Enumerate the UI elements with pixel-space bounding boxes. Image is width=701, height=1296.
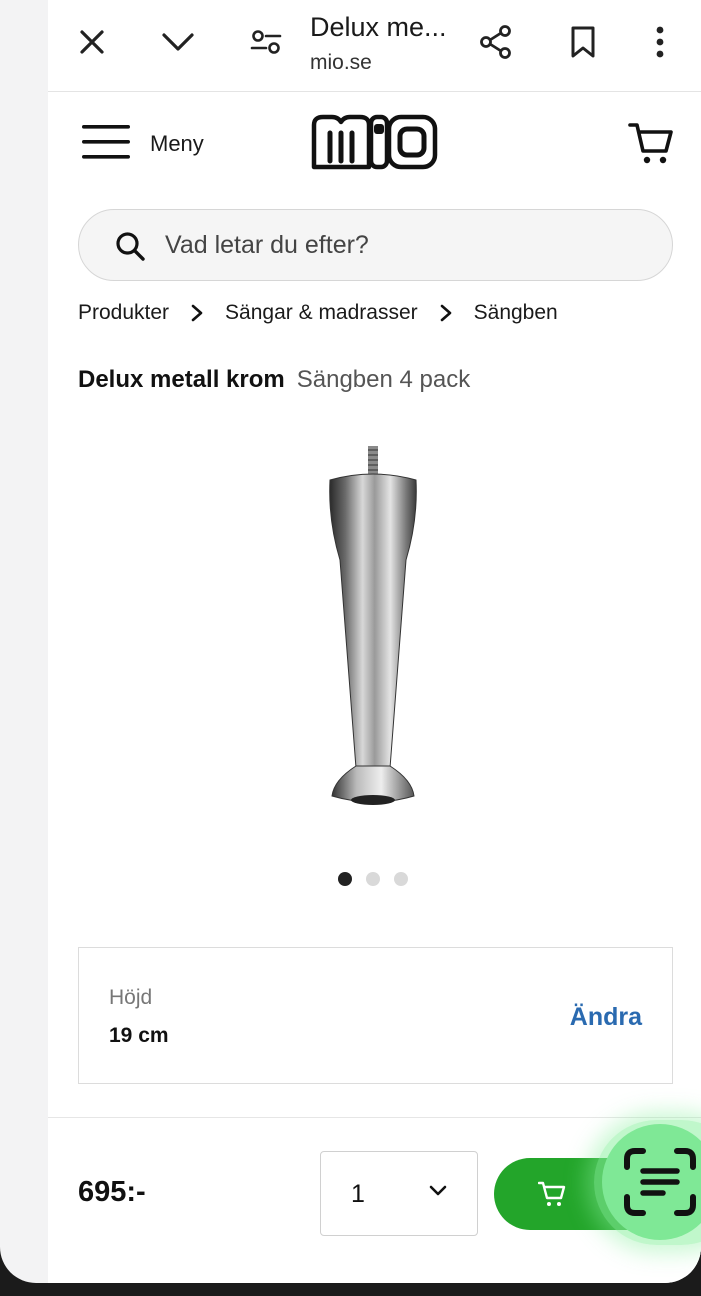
browser-toolbar: Delux me... mio.se <box>48 0 701 92</box>
search-input[interactable] <box>165 228 645 262</box>
product-title: Delux metall krom Sängben 4 pack <box>78 366 470 394</box>
text-scan-icon <box>602 1124 701 1240</box>
web-page: Delux me... mio.se Meny Vad letar du eft… <box>48 0 701 1283</box>
close-icon[interactable] <box>72 22 112 62</box>
option-value: 19 cm <box>109 1024 169 1047</box>
breadcrumb-item-sangben[interactable]: Sängben <box>474 301 558 325</box>
browser-url[interactable]: mio.se <box>310 51 372 75</box>
product-subtitle: Sängben 4 pack <box>296 366 471 393</box>
bookmark-icon[interactable] <box>563 22 603 62</box>
menu-label[interactable]: Meny <box>150 131 204 157</box>
chevron-down-icon <box>429 1184 447 1202</box>
carousel-dot[interactable] <box>338 872 352 886</box>
search-bar[interactable] <box>78 209 673 281</box>
carousel-dot[interactable] <box>366 872 380 886</box>
change-option-link[interactable]: Ändra <box>570 1003 642 1032</box>
more-vert-icon[interactable] <box>640 22 680 62</box>
carousel-dot[interactable] <box>394 872 408 886</box>
price: 695:- <box>78 1176 146 1208</box>
mio-logo[interactable] <box>308 111 440 178</box>
quantity-value: 1 <box>351 1180 365 1208</box>
chevron-right-icon <box>191 304 203 322</box>
hamburger-icon[interactable] <box>82 123 130 166</box>
cart-icon[interactable] <box>628 121 674 170</box>
chevron-down-icon[interactable] <box>158 22 198 62</box>
breadcrumb-item-produkter[interactable]: Produkter <box>78 301 169 325</box>
tune-icon[interactable] <box>246 22 286 62</box>
purchase-bar: 695:- 1 <box>48 1117 701 1277</box>
option-label: Höjd <box>109 986 153 1009</box>
cart-icon <box>537 1180 566 1213</box>
breadcrumb-item-sangar[interactable]: Sängar & madrasser <box>225 301 418 325</box>
share-icon[interactable] <box>476 22 516 62</box>
chevron-right-icon <box>440 304 452 322</box>
site-header: Meny <box>48 93 701 203</box>
breadcrumb: Produkter Sängar & madrasser Sängben <box>78 298 558 328</box>
browser-page-title[interactable]: Delux me... <box>310 12 447 43</box>
product-image[interactable] <box>318 440 428 820</box>
product-name: Delux metall krom <box>78 366 285 393</box>
phone-screen: Delux me... mio.se Meny Vad letar du eft… <box>0 0 701 1283</box>
search-icon <box>115 231 145 266</box>
quantity-select[interactable]: 1 <box>320 1151 478 1236</box>
image-carousel-dots <box>338 872 408 886</box>
height-option: Höjd 19 cm Ändra <box>78 947 673 1084</box>
